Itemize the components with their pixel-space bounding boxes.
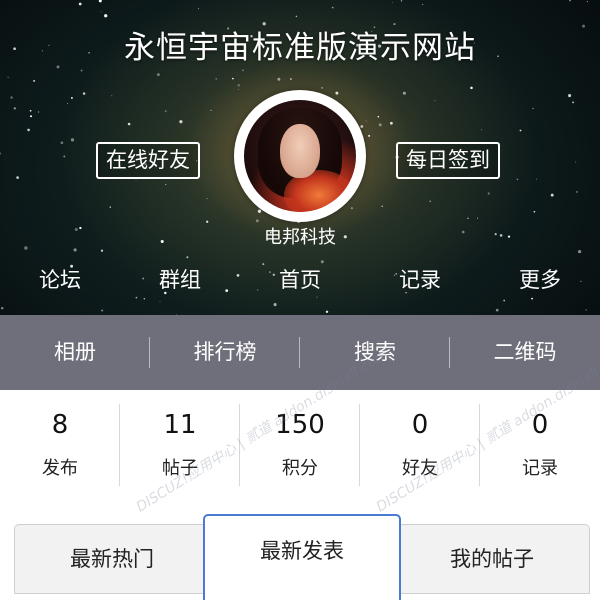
tab-my-threads[interactable]: 我的帖子: [394, 524, 590, 594]
subnav-item-ranking[interactable]: 排行榜: [150, 315, 300, 390]
post-tabs: 最新热门 最新发表 我的帖子: [0, 500, 600, 600]
stat-value: 11: [163, 410, 197, 440]
subnav-item-label: 二维码: [493, 340, 557, 364]
nav-item-groups[interactable]: 群组: [120, 260, 240, 300]
nav-item-home[interactable]: 首页: [240, 260, 360, 300]
tab-latest-hot[interactable]: 最新热门: [14, 524, 210, 594]
main-nav: 论坛 群组 首页 记录 更多: [0, 260, 600, 300]
daily-checkin-button[interactable]: 每日签到: [396, 142, 500, 179]
profile-header: 永恒宇宙标准版演示网站 在线好友 每日签到 电邦科技 论坛 群组 首页 记录 更…: [0, 0, 600, 315]
subnav-item-album[interactable]: 相册: [0, 315, 150, 390]
online-friends-button[interactable]: 在线好友: [96, 142, 200, 179]
nav-item-forum[interactable]: 论坛: [0, 260, 120, 300]
nav-item-records[interactable]: 记录: [360, 260, 480, 300]
avatar[interactable]: [234, 90, 366, 222]
subnav-item-label: 相册: [54, 340, 96, 364]
stat-value: 8: [51, 410, 69, 440]
stat-posts[interactable]: 8 发布: [0, 390, 120, 500]
stat-label: 发布: [42, 458, 78, 479]
subnav-item-label: 排行榜: [193, 340, 257, 364]
site-title: 永恒宇宙标准版演示网站: [124, 30, 476, 66]
tab-latest-posts[interactable]: 最新发表: [203, 514, 401, 600]
username[interactable]: 电邦科技: [0, 223, 600, 249]
user-stats: 8 发布 11 帖子 150 积分 0 好友 0 记录 DISCUZ!应用中心 …: [0, 346, 600, 515]
avatar-photo: [244, 100, 356, 212]
secondary-nav: 相册 排行榜 搜索 二维码: [0, 315, 600, 390]
stat-label: 积分: [282, 458, 318, 479]
nav-item-more[interactable]: 更多: [480, 260, 600, 300]
stat-label: 记录: [522, 458, 558, 479]
stat-value: 0: [411, 410, 429, 440]
